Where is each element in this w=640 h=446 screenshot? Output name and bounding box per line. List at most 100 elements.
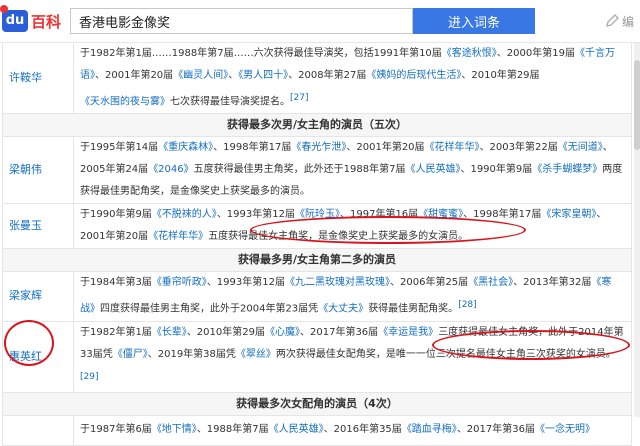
scrollbar-thumb[interactable] — [634, 60, 640, 150]
description-text: 、2008年第27届 — [288, 70, 367, 81]
search-input[interactable]: 香港电影金像奖 — [70, 8, 413, 34]
record-description: 于1982年第1届……1988年第7届……六次获得最佳导演奖，包括1991年第1… — [73, 41, 632, 115]
record-description: 于1990年第9届《不脱袜的人》、1993年第12届《阮玲玉》、1997年第16… — [73, 203, 632, 250]
film-link[interactable]: 《宋家皇朝》 — [541, 209, 596, 220]
section-header-row: 获得最多次男/女主角的演员（五次） — [2, 113, 632, 138]
description-text: 四度获得最佳男主角奖，此外于2004年第23届凭 — [100, 303, 319, 315]
description-text: 、2017年第36届 — [300, 326, 379, 338]
table-row: 于1987年第6届《地下情》、1988年第7届《人民英雄》、2016年第35届《… — [2, 414, 632, 446]
description-text: 、2001年第20届 — [346, 142, 425, 154]
film-link[interactable]: 《花样年华》 — [425, 142, 480, 153]
enter-entry-button[interactable]: 进入词条 — [413, 8, 535, 34]
description-text: 于1995年第14届 — [80, 142, 159, 154]
film-link[interactable]: 《翠丝》 — [236, 349, 276, 360]
description-text: 、1997年第16届 — [340, 209, 419, 221]
table-row: 张曼玉 于1990年第9届《不脱袜的人》、1993年第12届《阮玲玉》、1997年… — [2, 203, 632, 250]
paw-icon — [0, 5, 8, 13]
description-text: 、1993年第12届 — [206, 277, 285, 289]
film-link[interactable]: 《春光乍泄》 — [291, 142, 346, 153]
film-link[interactable]: 《人民英雄》 — [269, 424, 324, 435]
section-title: 获得最多次女配角的演员（4次） — [2, 391, 632, 416]
film-link[interactable]: 《长辈》 — [152, 327, 187, 338]
reference-link[interactable]: [29] — [80, 372, 98, 382]
film-link[interactable]: 《人民英雄》 — [405, 164, 460, 175]
film-link[interactable]: 《天水围的夜与雾》 — [80, 96, 170, 107]
film-link[interactable]: 《幽灵人间》 — [173, 70, 228, 81]
description-text: 、2010年第29届 — [186, 326, 265, 338]
film-link[interactable]: 《黑社会》 — [468, 277, 513, 288]
film-link[interactable]: 《垂帘听政》 — [152, 277, 207, 288]
record-description: 于1995年第14届《重庆森林》、1998年第17届《春光乍泄》、2001年第2… — [73, 136, 632, 205]
logo-du: du — [2, 10, 28, 32]
person-name[interactable] — [2, 414, 74, 446]
film-link[interactable]: 《花样年华》 — [148, 231, 208, 242]
section-header-row: 获得最多次女配角的演员（4次） — [2, 391, 632, 416]
section-title: 获得最多男/女主角第二多的演员 — [2, 248, 632, 273]
record-description: 于1982年第1届《长辈》、2010年第29届《心魔》、2017年第36届《幸运… — [73, 320, 632, 393]
description-text: 于1990年第9届 — [80, 209, 152, 221]
top-bar: du 百科 香港电影金像奖 进入词条 编 — [0, 0, 640, 43]
baike-logo[interactable]: du 百科 — [0, 5, 62, 34]
description-text: 五度获得最佳男主角奖，此外还于1988年第7届 — [193, 164, 406, 176]
film-link[interactable]: 《姨妈的后现代生活》 — [366, 70, 461, 81]
description-text: 、2013年第32届 — [513, 277, 592, 289]
description-text: 获得最佳男配角奖。 — [368, 303, 459, 315]
edit-label[interactable]: 编 — [622, 13, 634, 30]
description-text: 于1982年第1届……1988年第7届……六次获得最佳导演奖，包括1991年第1… — [80, 48, 442, 59]
description-text: 于1987年第6届 — [80, 424, 152, 436]
description-text: 七次获得最佳导演奖提名。 — [170, 96, 290, 108]
description-text: 五度获得最佳女主角奖，是金像奖史上获奖最多的女演员。 — [208, 231, 469, 243]
record-description: 于1984年第3届《垂帘听政》、1993年第12届《九二黑玫瑰对黑玫瑰》、200… — [73, 271, 632, 322]
description-text: 、2003年第22届 — [479, 142, 558, 154]
film-link[interactable]: 《不脱袜的人》 — [152, 209, 217, 220]
reference-link[interactable]: [27] — [290, 93, 308, 103]
description-text: 、1990年第9届 — [460, 164, 533, 176]
logo-text: 百科 — [31, 12, 62, 31]
award-records-table: 许鞍华 于1982年第1届……1988年第7届……六次获得最佳导演奖，包括1991… — [2, 41, 632, 446]
description-text: 、1998年第17届 — [213, 142, 292, 154]
description-text: 、1993年第12届 — [216, 209, 295, 221]
film-link[interactable]: 《大丈夫》 — [318, 304, 368, 315]
film-link[interactable]: 《无间道》 — [558, 142, 603, 153]
film-link[interactable]: 《杀手蝴蝶梦》 — [532, 164, 602, 175]
description-text: 于1984年第3届 — [80, 277, 152, 289]
person-name[interactable]: 张曼玉 — [2, 203, 74, 250]
description-text: 、2017年第36届 — [456, 424, 535, 436]
edit-icon[interactable] — [605, 14, 619, 28]
film-link[interactable]: 《重庆森林》 — [158, 142, 213, 153]
description-text: 、1998年第17届 — [463, 209, 542, 221]
film-link[interactable]: 《踏血寻梅》 — [402, 424, 457, 435]
description-text: 、2000年第19届 — [496, 48, 575, 59]
reference-link[interactable]: [28] — [458, 300, 476, 310]
description-text: 、2019年第38届凭 — [147, 348, 236, 360]
description-text: 、2016年第35届 — [323, 424, 402, 436]
film-link[interactable]: 《阮玲玉》 — [295, 209, 340, 220]
section-header-row: 获得最多男/女主角第二多的演员 — [2, 248, 632, 273]
description-text: 于1982年第1届 — [80, 326, 152, 338]
person-name[interactable]: 梁家辉 — [2, 271, 74, 322]
film-link[interactable]: 《地下情》 — [152, 424, 197, 435]
film-link[interactable]: 《2046》 — [148, 164, 193, 175]
film-link[interactable]: 《九二黑玫瑰对黑玫瑰》 — [285, 277, 390, 288]
description-text: 、2001年第20届 — [95, 70, 174, 81]
description-text: 、2010年第29届 — [461, 70, 540, 81]
table-row: 梁家辉 于1984年第3届《垂帘听政》、1993年第12届《九二黑玫瑰对黑玫瑰》、… — [2, 271, 632, 322]
table-row: 惠英红 于1982年第1届《长辈》、2010年第29届《心魔》、2017年第36届… — [2, 320, 632, 393]
description-text: 两次获得最佳女配角奖，是唯一一位三次提名最佳女主角三次获奖的女演员。 — [275, 348, 616, 360]
film-link[interactable]: 《一念无明》 — [535, 424, 595, 435]
person-name[interactable]: 惠英红 — [2, 320, 74, 393]
film-link[interactable]: 《客途秋恨》 — [442, 48, 497, 59]
description-text: 、1988年第7届 — [196, 424, 269, 436]
section-title: 获得最多次男/女主角的演员（五次） — [2, 113, 632, 138]
description-text: 、2006年第25届 — [390, 277, 469, 289]
description-text: 、 — [228, 70, 239, 81]
table-row: 许鞍华 于1982年第1届……1988年第7届……六次获得最佳导演奖，包括1991… — [2, 41, 632, 115]
film-link[interactable]: 《男人四十》 — [238, 70, 288, 81]
film-link[interactable]: 《幸运是我》 — [378, 327, 438, 338]
person-name[interactable]: 许鞍华 — [2, 41, 74, 115]
person-name[interactable]: 梁朝伟 — [2, 136, 74, 205]
record-description: 于1987年第6届《地下情》、1988年第7届《人民英雄》、2016年第35届《… — [73, 414, 632, 446]
film-link[interactable]: 《心魔》 — [265, 327, 300, 338]
film-link[interactable]: 《甜蜜蜜》 — [418, 209, 463, 220]
film-link[interactable]: 《僵尸》 — [113, 349, 148, 360]
